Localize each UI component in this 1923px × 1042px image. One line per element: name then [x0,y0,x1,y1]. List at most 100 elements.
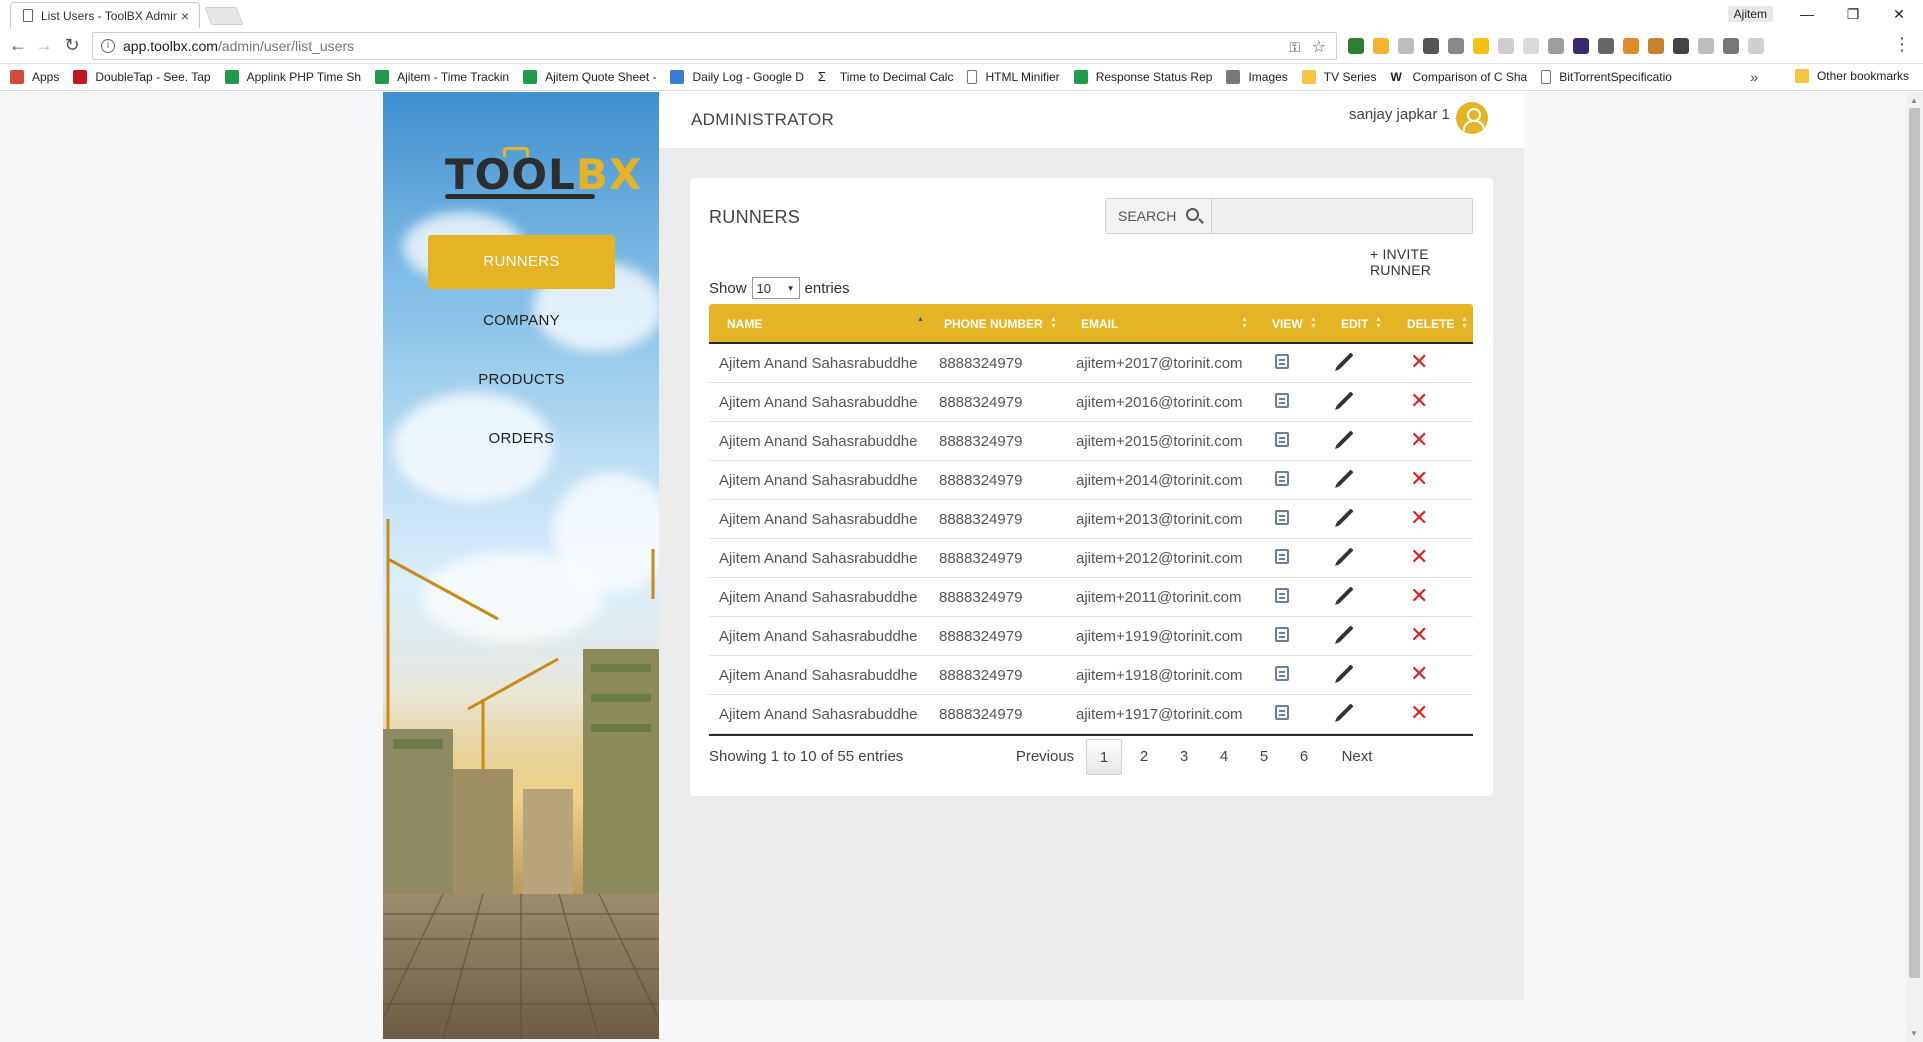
view-icon[interactable] [1275,392,1289,408]
scroll-thumb[interactable] [1909,108,1920,978]
tab-close-icon[interactable]: × [177,8,193,24]
previous-page-button[interactable]: Previous [1006,739,1084,775]
bookmark-item[interactable]: HTML Minifier [967,70,1060,84]
sidebar-item-products[interactable]: PRODUCTS [428,353,615,407]
delete-icon[interactable]: ✕ [1410,545,1428,570]
user-name[interactable]: sanjay japkar 1 [1349,106,1450,123]
view-icon[interactable] [1275,665,1289,681]
bookmark-item[interactable]: BitTorrentSpecificatio [1541,70,1672,84]
extension-icon[interactable] [1698,38,1714,54]
scroll-up-icon[interactable]: ▲ [1910,96,1918,105]
delete-icon[interactable]: ✕ [1410,467,1428,492]
user-avatar-icon[interactable] [1456,102,1488,134]
edit-pencil-icon[interactable] [1336,508,1354,526]
column-edit[interactable]: EDIT ▲ ▼ [1323,304,1389,342]
extension-icon[interactable] [1648,38,1664,54]
delete-icon[interactable]: ✕ [1410,389,1428,414]
other-bookmarks[interactable]: Other bookmarks [1794,69,1909,83]
view-icon[interactable] [1275,470,1289,486]
scroll-down-icon[interactable]: ▼ [1910,1029,1918,1038]
edit-pencil-icon[interactable] [1336,391,1354,409]
bookmark-item[interactable]: Ajitem - Time Trackin [375,70,509,84]
column-view[interactable]: VIEW ▲ ▼ [1254,304,1323,342]
page-button[interactable]: 5 [1244,739,1284,775]
invite-runner-button[interactable]: + INVITE RUNNER [1370,246,1493,278]
extension-icon[interactable] [1473,38,1489,54]
window-profile[interactable]: Ajitem [1727,6,1773,22]
address-bar[interactable]: i app.toolbx.com/admin/user/list_users ⚿… [92,32,1337,60]
browser-menu-icon[interactable]: ⋮ [1893,34,1911,55]
edit-pencil-icon[interactable] [1336,586,1354,604]
bookmark-item[interactable]: Apps [10,70,59,84]
edit-pencil-icon[interactable] [1336,664,1354,682]
extension-icon[interactable] [1423,38,1439,54]
extension-icon[interactable] [1723,38,1739,54]
delete-icon[interactable]: ✕ [1410,506,1428,531]
mail-icon[interactable] [1673,38,1689,54]
new-tab-button[interactable] [204,7,244,25]
delete-icon[interactable]: ✕ [1410,701,1428,726]
extension-icon[interactable] [1348,38,1364,54]
extension-icon[interactable] [1748,38,1764,54]
bookmark-item[interactable]: DoubleTap - See. Tap [73,70,211,84]
bookmark-item[interactable]: Applink PHP Time Sh [224,70,361,84]
extension-icon[interactable] [1523,38,1539,54]
extension-icon[interactable] [1498,38,1514,54]
page-button[interactable]: 6 [1284,739,1324,775]
edit-pencil-icon[interactable] [1336,703,1354,721]
view-icon[interactable] [1275,704,1289,720]
bookmarks-overflow-icon[interactable]: » [1750,69,1758,85]
extension-icon[interactable] [1598,38,1614,54]
browser-tab[interactable]: List Users - ToolBX Admin × [10,2,200,28]
sidebar-item-company[interactable]: COMPANY [428,294,615,348]
view-icon[interactable] [1275,548,1289,564]
delete-icon[interactable]: ✕ [1410,584,1428,609]
column-phone[interactable]: PHONE NUMBER ▲ ▼ [926,304,1063,342]
page-size-select[interactable]: 10 ▼ [751,277,800,299]
column-email[interactable]: EMAIL ▲ ▼ [1063,304,1254,342]
edit-pencil-icon[interactable] [1336,352,1354,370]
next-page-button[interactable]: Next [1324,739,1390,775]
edit-pencil-icon[interactable] [1336,625,1354,643]
edit-pencil-icon[interactable] [1336,547,1354,565]
bookmark-item[interactable]: Ajitem Quote Sheet - [523,70,656,84]
bookmark-item[interactable]: Σ Time to Decimal Calc [818,70,954,85]
sidebar-item-runners[interactable]: RUNNERS [428,235,615,289]
view-icon[interactable] [1275,626,1289,642]
bookmark-item[interactable]: W Comparison of C Sha [1390,70,1527,84]
page-scrollbar[interactable]: ▲ ▼ [1906,92,1923,1042]
delete-icon[interactable]: ✕ [1410,623,1428,648]
delete-icon[interactable]: ✕ [1410,428,1428,453]
view-icon[interactable] [1275,353,1289,369]
bookmark-item[interactable]: Images [1226,70,1288,84]
reload-icon[interactable]: ↻ [60,34,84,58]
page-button-current[interactable]: 1 [1086,739,1122,775]
close-window-icon[interactable]: ✕ [1879,2,1919,26]
page-button[interactable]: 2 [1124,739,1164,775]
extension-icon[interactable] [1373,38,1389,54]
view-icon[interactable] [1275,431,1289,447]
bookmark-item[interactable]: Daily Log - Google D [670,70,804,84]
view-icon[interactable] [1275,509,1289,525]
forward-icon[interactable]: → [32,34,56,58]
bookmark-item[interactable]: Response Status Rep [1073,70,1212,84]
minimize-icon[interactable]: — [1787,2,1827,26]
back-icon[interactable]: ← [6,34,30,58]
view-icon[interactable] [1275,587,1289,603]
search-input[interactable] [1213,199,1472,233]
extension-icon[interactable] [1398,38,1414,54]
key-icon[interactable]: ⚿ [1289,39,1300,56]
edit-pencil-icon[interactable] [1336,430,1354,448]
edit-pencil-icon[interactable] [1336,469,1354,487]
column-name[interactable]: NAME ▲ [709,304,926,342]
bookmark-item[interactable]: TV Series [1301,70,1376,84]
page-button[interactable]: 3 [1164,739,1204,775]
delete-icon[interactable]: ✕ [1410,350,1428,375]
extension-icon[interactable] [1548,38,1564,54]
page-button[interactable]: 4 [1204,739,1244,775]
bookmark-star-icon[interactable]: ☆ [1312,37,1326,57]
restore-icon[interactable]: ❐ [1833,2,1873,26]
extension-icon[interactable] [1573,38,1589,54]
sidebar-item-orders[interactable]: ORDERS [428,412,615,466]
delete-icon[interactable]: ✕ [1410,662,1428,687]
